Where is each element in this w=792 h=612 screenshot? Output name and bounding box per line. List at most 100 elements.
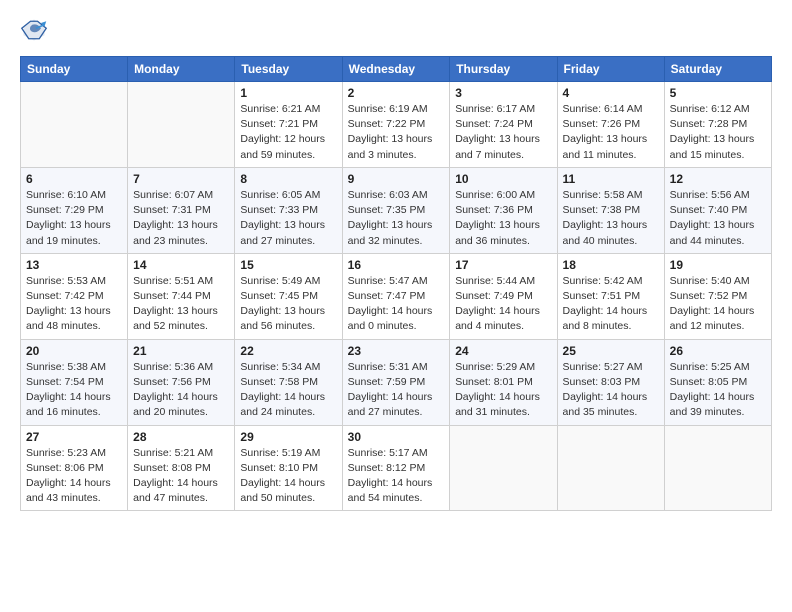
calendar-week-0: 1 Sunrise: 6:21 AM Sunset: 7:21 PM Daylig… <box>21 82 772 168</box>
day-number: 19 <box>670 258 766 272</box>
calendar-cell: 4 Sunrise: 6:14 AM Sunset: 7:26 PM Daylig… <box>557 82 664 168</box>
logo-icon <box>20 16 48 44</box>
day-number: 11 <box>563 172 659 186</box>
calendar-header-row: SundayMondayTuesdayWednesdayThursdayFrid… <box>21 57 772 82</box>
day-info: Sunrise: 5:23 AM Sunset: 8:06 PM Dayligh… <box>26 446 122 507</box>
day-info: Sunrise: 6:05 AM Sunset: 7:33 PM Dayligh… <box>240 188 336 249</box>
calendar-cell: 26 Sunrise: 5:25 AM Sunset: 8:05 PM Dayli… <box>664 339 771 425</box>
calendar-cell: 10 Sunrise: 6:00 AM Sunset: 7:36 PM Dayli… <box>450 167 557 253</box>
calendar-cell: 9 Sunrise: 6:03 AM Sunset: 7:35 PM Daylig… <box>342 167 450 253</box>
day-number: 30 <box>348 430 445 444</box>
calendar-cell: 5 Sunrise: 6:12 AM Sunset: 7:28 PM Daylig… <box>664 82 771 168</box>
day-number: 13 <box>26 258 122 272</box>
day-info: Sunrise: 5:53 AM Sunset: 7:42 PM Dayligh… <box>26 274 122 335</box>
calendar-cell: 16 Sunrise: 5:47 AM Sunset: 7:47 PM Dayli… <box>342 253 450 339</box>
calendar-cell <box>128 82 235 168</box>
day-info: Sunrise: 6:21 AM Sunset: 7:21 PM Dayligh… <box>240 102 336 163</box>
day-info: Sunrise: 6:03 AM Sunset: 7:35 PM Dayligh… <box>348 188 445 249</box>
day-number: 23 <box>348 344 445 358</box>
day-number: 2 <box>348 86 445 100</box>
calendar-week-1: 6 Sunrise: 6:10 AM Sunset: 7:29 PM Daylig… <box>21 167 772 253</box>
day-number: 6 <box>26 172 122 186</box>
day-info: Sunrise: 5:40 AM Sunset: 7:52 PM Dayligh… <box>670 274 766 335</box>
day-info: Sunrise: 5:29 AM Sunset: 8:01 PM Dayligh… <box>455 360 551 421</box>
logo <box>20 16 52 44</box>
day-number: 12 <box>670 172 766 186</box>
calendar-header-saturday: Saturday <box>664 57 771 82</box>
day-number: 21 <box>133 344 229 358</box>
calendar-cell: 28 Sunrise: 5:21 AM Sunset: 8:08 PM Dayli… <box>128 425 235 511</box>
day-number: 18 <box>563 258 659 272</box>
day-number: 3 <box>455 86 551 100</box>
calendar-cell: 23 Sunrise: 5:31 AM Sunset: 7:59 PM Dayli… <box>342 339 450 425</box>
day-info: Sunrise: 6:17 AM Sunset: 7:24 PM Dayligh… <box>455 102 551 163</box>
calendar-cell: 29Sunrise: 5:19 AM Sunset: 8:10 PM Dayli… <box>235 425 342 511</box>
day-number: 22 <box>240 344 336 358</box>
day-info: Sunrise: 5:27 AM Sunset: 8:03 PM Dayligh… <box>563 360 659 421</box>
day-number: 4 <box>563 86 659 100</box>
day-info: Sunrise: 5:31 AM Sunset: 7:59 PM Dayligh… <box>348 360 445 421</box>
calendar-cell: 24 Sunrise: 5:29 AM Sunset: 8:01 PM Dayli… <box>450 339 557 425</box>
calendar-cell: 18 Sunrise: 5:42 AM Sunset: 7:51 PM Dayli… <box>557 253 664 339</box>
calendar-cell: 21 Sunrise: 5:36 AM Sunset: 7:56 PM Dayli… <box>128 339 235 425</box>
day-info: Sunrise: 5:17 AM Sunset: 8:12 PM Dayligh… <box>348 446 445 507</box>
calendar-header-sunday: Sunday <box>21 57 128 82</box>
calendar-cell: 15Sunrise: 5:49 AM Sunset: 7:45 PM Dayli… <box>235 253 342 339</box>
day-info: Sunrise: 5:21 AM Sunset: 8:08 PM Dayligh… <box>133 446 229 507</box>
calendar-cell: 14Sunrise: 5:51 AM Sunset: 7:44 PM Dayli… <box>128 253 235 339</box>
day-info: Sunrise: 5:51 AM Sunset: 7:44 PM Dayligh… <box>133 274 229 335</box>
day-number: 29 <box>240 430 336 444</box>
day-info: Sunrise: 5:47 AM Sunset: 7:47 PM Dayligh… <box>348 274 445 335</box>
calendar-cell: 19 Sunrise: 5:40 AM Sunset: 7:52 PM Dayli… <box>664 253 771 339</box>
day-info: Sunrise: 5:25 AM Sunset: 8:05 PM Dayligh… <box>670 360 766 421</box>
day-number: 25 <box>563 344 659 358</box>
calendar-cell: 3 Sunrise: 6:17 AM Sunset: 7:24 PM Daylig… <box>450 82 557 168</box>
day-info: Sunrise: 6:07 AM Sunset: 7:31 PM Dayligh… <box>133 188 229 249</box>
day-info: Sunrise: 5:56 AM Sunset: 7:40 PM Dayligh… <box>670 188 766 249</box>
calendar-header-monday: Monday <box>128 57 235 82</box>
calendar-cell: 7Sunrise: 6:07 AM Sunset: 7:31 PM Daylig… <box>128 167 235 253</box>
day-info: Sunrise: 5:36 AM Sunset: 7:56 PM Dayligh… <box>133 360 229 421</box>
calendar-header-thursday: Thursday <box>450 57 557 82</box>
day-number: 17 <box>455 258 551 272</box>
day-info: Sunrise: 6:19 AM Sunset: 7:22 PM Dayligh… <box>348 102 445 163</box>
calendar-week-2: 13 Sunrise: 5:53 AM Sunset: 7:42 PM Dayli… <box>21 253 772 339</box>
calendar-cell: 6 Sunrise: 6:10 AM Sunset: 7:29 PM Daylig… <box>21 167 128 253</box>
day-number: 26 <box>670 344 766 358</box>
calendar-week-4: 27 Sunrise: 5:23 AM Sunset: 8:06 PM Dayli… <box>21 425 772 511</box>
calendar-cell <box>21 82 128 168</box>
calendar-cell: 30 Sunrise: 5:17 AM Sunset: 8:12 PM Dayli… <box>342 425 450 511</box>
day-info: Sunrise: 5:42 AM Sunset: 7:51 PM Dayligh… <box>563 274 659 335</box>
day-number: 28 <box>133 430 229 444</box>
calendar-cell: 13 Sunrise: 5:53 AM Sunset: 7:42 PM Dayli… <box>21 253 128 339</box>
calendar-cell <box>450 425 557 511</box>
page: SundayMondayTuesdayWednesdayThursdayFrid… <box>0 0 792 612</box>
day-number: 1 <box>240 86 336 100</box>
calendar-header-wednesday: Wednesday <box>342 57 450 82</box>
calendar-header-tuesday: Tuesday <box>235 57 342 82</box>
calendar-cell <box>557 425 664 511</box>
day-number: 5 <box>670 86 766 100</box>
day-number: 27 <box>26 430 122 444</box>
calendar-cell: 27 Sunrise: 5:23 AM Sunset: 8:06 PM Dayli… <box>21 425 128 511</box>
day-info: Sunrise: 6:12 AM Sunset: 7:28 PM Dayligh… <box>670 102 766 163</box>
day-info: Sunrise: 5:34 AM Sunset: 7:58 PM Dayligh… <box>240 360 336 421</box>
calendar-cell <box>664 425 771 511</box>
calendar-header-friday: Friday <box>557 57 664 82</box>
calendar-cell: 1 Sunrise: 6:21 AM Sunset: 7:21 PM Daylig… <box>235 82 342 168</box>
day-number: 16 <box>348 258 445 272</box>
calendar-cell: 20Sunrise: 5:38 AM Sunset: 7:54 PM Dayli… <box>21 339 128 425</box>
calendar-cell: 12 Sunrise: 5:56 AM Sunset: 7:40 PM Dayli… <box>664 167 771 253</box>
day-info: Sunrise: 6:10 AM Sunset: 7:29 PM Dayligh… <box>26 188 122 249</box>
day-info: Sunrise: 5:58 AM Sunset: 7:38 PM Dayligh… <box>563 188 659 249</box>
day-number: 20 <box>26 344 122 358</box>
day-number: 10 <box>455 172 551 186</box>
day-info: Sunrise: 6:14 AM Sunset: 7:26 PM Dayligh… <box>563 102 659 163</box>
day-info: Sunrise: 6:00 AM Sunset: 7:36 PM Dayligh… <box>455 188 551 249</box>
day-info: Sunrise: 5:49 AM Sunset: 7:45 PM Dayligh… <box>240 274 336 335</box>
day-number: 24 <box>455 344 551 358</box>
day-number: 9 <box>348 172 445 186</box>
calendar-cell: 25 Sunrise: 5:27 AM Sunset: 8:03 PM Dayli… <box>557 339 664 425</box>
calendar-cell: 8Sunrise: 6:05 AM Sunset: 7:33 PM Daylig… <box>235 167 342 253</box>
calendar-cell: 2 Sunrise: 6:19 AM Sunset: 7:22 PM Daylig… <box>342 82 450 168</box>
